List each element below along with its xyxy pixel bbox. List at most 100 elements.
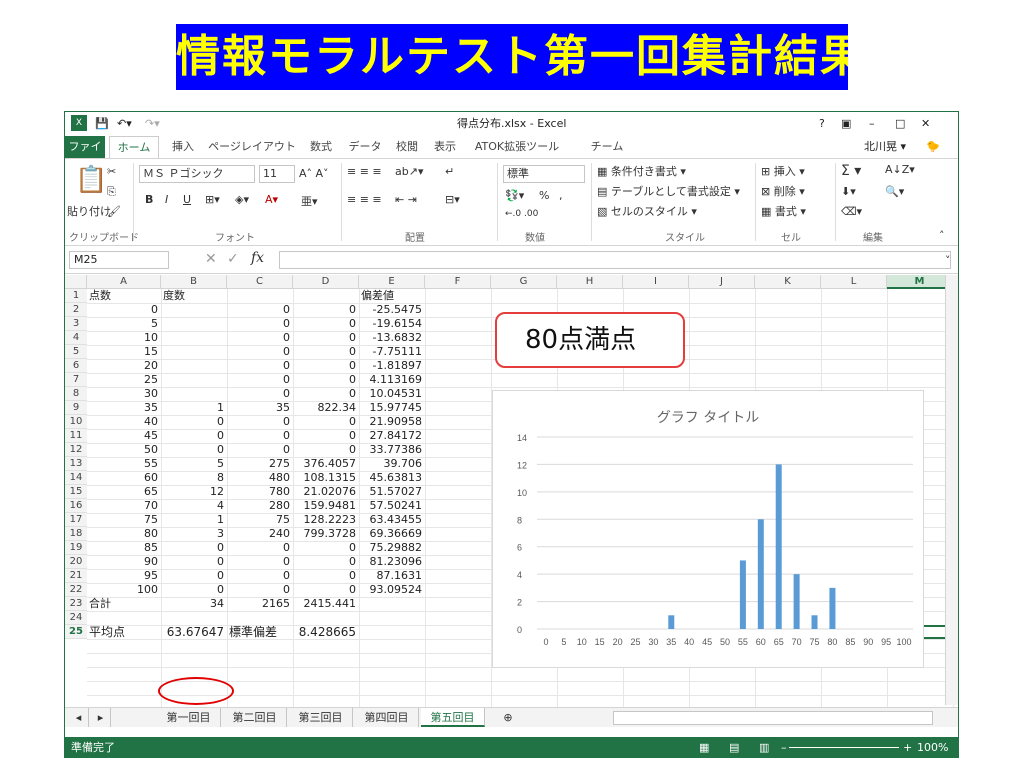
- chart[interactable]: グラフ タイトル 0 2 4 6 8 10 12 14 0 5 10 15 20 25 30 35 40 45 50…: [492, 390, 924, 668]
- horizontal-scrollbar[interactable]: [613, 711, 933, 725]
- tab-view[interactable]: 表示: [427, 136, 463, 158]
- font-size-select[interactable]: 11: [259, 165, 295, 183]
- cell-B16[interactable]: 4: [163, 499, 227, 513]
- font-name-select[interactable]: ＭＳ Ｐゴシック: [139, 165, 255, 183]
- comma-button[interactable]: ,: [559, 189, 563, 202]
- close-button[interactable]: ✕: [921, 115, 930, 133]
- row-header[interactable]: 17: [65, 513, 87, 527]
- column-header-B[interactable]: B: [161, 275, 227, 289]
- tab-insert[interactable]: 挿入: [163, 136, 203, 158]
- column-header-J[interactable]: J: [689, 275, 755, 289]
- cell-D7[interactable]: 0: [295, 373, 359, 387]
- page-layout-view-icon[interactable]: ▤: [729, 737, 739, 757]
- cell-C25[interactable]: 標準偏差: [229, 625, 293, 639]
- cell-E10[interactable]: 21.90958: [361, 415, 425, 429]
- cell-C20[interactable]: 0: [229, 555, 293, 569]
- cell-D15[interactable]: 21.02076: [295, 485, 359, 499]
- cell-D2[interactable]: 0: [295, 303, 359, 317]
- column-header-A[interactable]: A: [87, 275, 161, 289]
- row-header[interactable]: 22: [65, 583, 87, 597]
- cell-D8[interactable]: 0: [295, 387, 359, 401]
- cell-E11[interactable]: 27.84172: [361, 429, 425, 443]
- row-header[interactable]: 4: [65, 331, 87, 345]
- align-top-icon[interactable]: ≡ ≡ ≡: [347, 165, 382, 178]
- row-header[interactable]: 9: [65, 401, 87, 415]
- prev-sheet-icon[interactable]: ◂: [69, 708, 89, 727]
- cell-D21[interactable]: 0: [295, 569, 359, 583]
- row-header[interactable]: 23: [65, 597, 87, 611]
- sheet-tab-2[interactable]: 第二回目: [223, 708, 287, 727]
- delete-cells-button[interactable]: ⊠ 削除 ▾: [761, 183, 805, 199]
- tab-team[interactable]: チーム: [585, 136, 629, 158]
- merge-icon[interactable]: ⊟▾: [445, 193, 460, 206]
- cell-C15[interactable]: 780: [229, 485, 293, 499]
- fill-color-icon[interactable]: ◈▾: [235, 193, 249, 206]
- row-header[interactable]: 14: [65, 471, 87, 485]
- bold-button[interactable]: B: [145, 193, 153, 206]
- cell-A3[interactable]: 5: [89, 317, 161, 331]
- row-header[interactable]: 20: [65, 555, 87, 569]
- phonetic-icon[interactable]: 亜▾: [301, 193, 318, 209]
- conditional-format-button[interactable]: ▦ 条件付き書式 ▾: [597, 163, 686, 179]
- cell-C4[interactable]: 0: [229, 331, 293, 345]
- decimal-icon[interactable]: ←.0 .00: [505, 209, 538, 219]
- cell-D18[interactable]: 799.3728: [295, 527, 359, 541]
- sort-filter-icon[interactable]: A↓Z▾: [885, 163, 915, 176]
- cell-E22[interactable]: 93.09524: [361, 583, 425, 597]
- cell-A21[interactable]: 95: [89, 569, 161, 583]
- cell-A12[interactable]: 50: [89, 443, 161, 457]
- tab-atok[interactable]: ATOK拡張ツール: [465, 136, 569, 158]
- minimize-button[interactable]: –: [869, 115, 875, 133]
- cell-E1[interactable]: 偏差値: [361, 289, 425, 303]
- add-sheet-icon[interactable]: ⊕: [495, 708, 521, 727]
- format-cells-button[interactable]: ▦ 書式 ▾: [761, 203, 806, 219]
- zoom-slider[interactable]: [789, 747, 899, 748]
- avatar[interactable]: 🐤: [919, 136, 947, 158]
- format-painter-icon[interactable]: 🖌: [107, 205, 121, 218]
- find-icon[interactable]: 🔍▾: [885, 185, 904, 198]
- cell-E21[interactable]: 87.1631: [361, 569, 425, 583]
- column-header-D[interactable]: D: [293, 275, 359, 289]
- paste-button[interactable]: 貼り付け: [67, 203, 111, 219]
- user-name[interactable]: 北川晃 ▾: [855, 136, 915, 158]
- cell-E5[interactable]: -7.75111: [361, 345, 425, 359]
- row-header[interactable]: 8: [65, 387, 87, 401]
- cell-A17[interactable]: 75: [89, 513, 161, 527]
- cell-D3[interactable]: 0: [295, 317, 359, 331]
- cell-B1[interactable]: 度数: [163, 289, 227, 303]
- insert-function-button[interactable]: fx: [251, 250, 264, 266]
- format-as-table-button[interactable]: ▤ テーブルとして書式設定 ▾: [597, 183, 740, 199]
- cell-B17[interactable]: 1: [163, 513, 227, 527]
- cell-A25[interactable]: 平均点: [89, 625, 161, 639]
- cell-A1[interactable]: 点数: [89, 289, 161, 303]
- cell-B15[interactable]: 12: [163, 485, 227, 499]
- cell-E15[interactable]: 51.57027: [361, 485, 425, 499]
- cell-B9[interactable]: 1: [163, 401, 227, 415]
- undo-icon[interactable]: ↶▾: [117, 115, 132, 133]
- cell-A11[interactable]: 45: [89, 429, 161, 443]
- cell-A9[interactable]: 35: [89, 401, 161, 415]
- cell-C14[interactable]: 480: [229, 471, 293, 485]
- row-header[interactable]: 11: [65, 429, 87, 443]
- clear-icon[interactable]: ⌫▾: [841, 205, 862, 218]
- paste-icon[interactable]: 📋: [75, 165, 107, 195]
- cell-D22[interactable]: 0: [295, 583, 359, 597]
- bar-35[interactable]: [668, 615, 675, 629]
- cell-E17[interactable]: 63.43455: [361, 513, 425, 527]
- row-header[interactable]: 19: [65, 541, 87, 555]
- column-header-E[interactable]: E: [359, 275, 425, 289]
- cell-D5[interactable]: 0: [295, 345, 359, 359]
- row-header[interactable]: 2: [65, 303, 87, 317]
- copy-icon[interactable]: ⎘: [107, 185, 116, 199]
- row-header[interactable]: 1: [65, 289, 87, 303]
- cell-C3[interactable]: 0: [229, 317, 293, 331]
- cell-C10[interactable]: 0: [229, 415, 293, 429]
- cell-C8[interactable]: 0: [229, 387, 293, 401]
- bar-55[interactable]: [739, 560, 746, 629]
- cell-A19[interactable]: 85: [89, 541, 161, 555]
- cell-D6[interactable]: 0: [295, 359, 359, 373]
- column-header-H[interactable]: H: [557, 275, 623, 289]
- cell-E14[interactable]: 45.63813: [361, 471, 425, 485]
- row-header[interactable]: 25: [65, 625, 87, 639]
- cell-A20[interactable]: 90: [89, 555, 161, 569]
